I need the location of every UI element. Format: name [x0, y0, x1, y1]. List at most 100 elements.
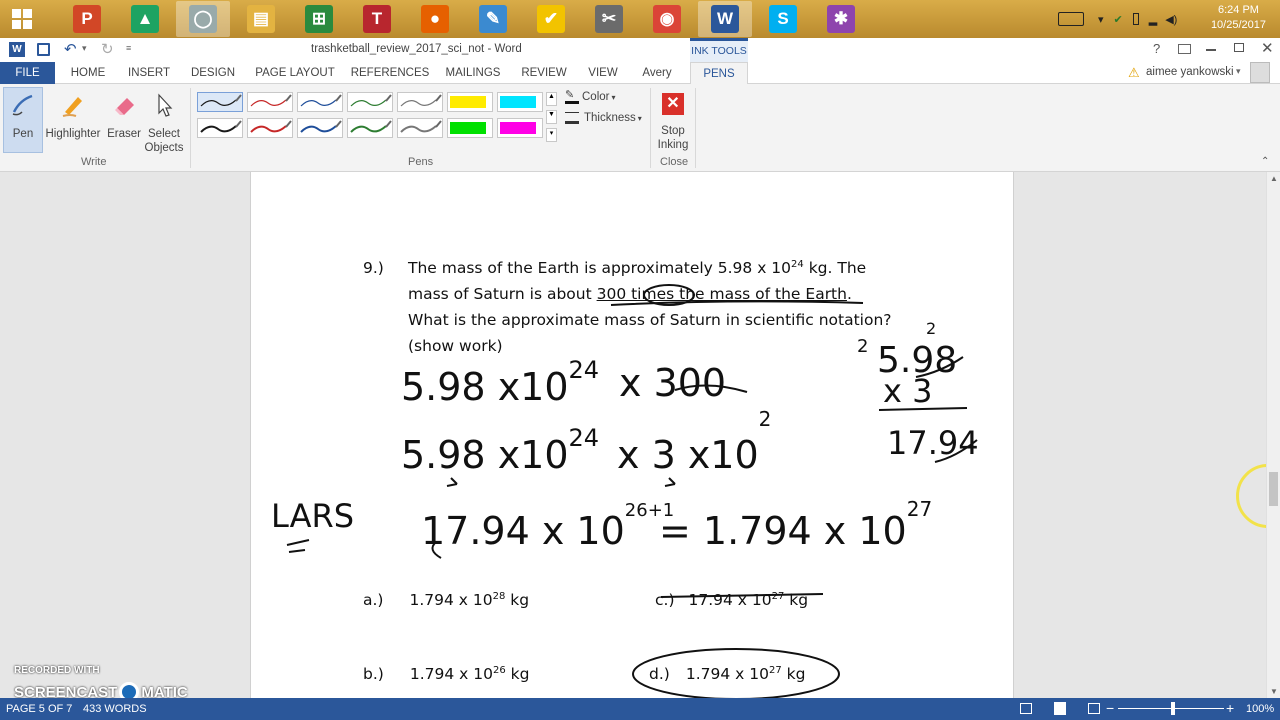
pen-style-1-5[interactable]	[397, 92, 443, 112]
zoom-out-button[interactable]: −	[1106, 700, 1114, 716]
pen-style-2-7[interactable]	[497, 118, 543, 138]
taskbar-chrome-button[interactable]: ◉	[640, 1, 694, 37]
clock[interactable]: 6:24 PM 10/25/2017	[1211, 3, 1266, 33]
pen-style-1-4[interactable]	[347, 92, 393, 112]
color-button[interactable]: ✎ Color ▾	[565, 90, 616, 104]
page-count[interactable]: PAGE 5 OF 7	[6, 703, 72, 715]
highlighter-tool[interactable]: Highlighter	[44, 92, 102, 141]
tab-avery[interactable]: Avery	[634, 62, 680, 84]
user-dropdown-icon[interactable]: ▾	[1236, 66, 1241, 77]
t-app-icon: T	[363, 5, 391, 33]
print-layout-icon[interactable]	[1054, 702, 1066, 715]
network-icon[interactable]: ▂	[1149, 13, 1157, 26]
taskbar-store-button[interactable]: ⊞	[292, 1, 346, 37]
taskbar-cortana-button[interactable]: ◯	[176, 1, 230, 37]
gallery-scroll-up-icon[interactable]: ▲	[546, 92, 557, 106]
tab-page-layout[interactable]: PAGE LAYOUT	[250, 62, 340, 84]
gallery-expand-icon[interactable]: ▾	[546, 128, 557, 142]
tasks-icon: ✔	[537, 5, 565, 33]
security-icon[interactable]: ✔	[1114, 13, 1123, 26]
document-page[interactable]: 9.) The mass of the Earth is approximate…	[250, 172, 1014, 698]
undo-dropdown-icon[interactable]: ▾	[82, 43, 87, 54]
collapse-ribbon-icon[interactable]: ⌃	[1261, 156, 1269, 167]
tab-references[interactable]: REFERENCES	[350, 62, 430, 84]
tab-home[interactable]: HOME	[62, 62, 114, 84]
tab-mailings[interactable]: MAILINGS	[440, 62, 506, 84]
user-name[interactable]: aimee yankowski	[1146, 66, 1234, 78]
pen-style-2-5[interactable]	[397, 118, 443, 138]
pen-style-1-6[interactable]	[447, 92, 493, 112]
save-icon[interactable]	[37, 43, 50, 56]
undo-icon[interactable]: ↶	[64, 40, 77, 58]
taskbar-tasks-button[interactable]: ✔	[524, 1, 578, 37]
select-objects-tool[interactable]: Select Objects	[143, 92, 185, 155]
restore-button[interactable]	[1234, 43, 1244, 52]
pen-style-2-3[interactable]	[297, 118, 343, 138]
pen-style-2-2[interactable]	[247, 118, 293, 138]
watermark-top: RECORDED WITH	[14, 665, 100, 676]
zoom-in-button[interactable]: +	[1226, 700, 1234, 716]
vertical-scrollbar[interactable]: ▲ ▼	[1266, 172, 1280, 698]
ink-small-mark-1	[446, 477, 458, 487]
tab-design[interactable]: DESIGN	[186, 62, 240, 84]
tab-insert[interactable]: INSERT	[122, 62, 176, 84]
tab-file[interactable]: FILE	[0, 62, 55, 84]
tab-pens[interactable]: PENS	[690, 62, 748, 85]
ink-strikethrough	[660, 593, 824, 598]
eraser-label: Eraser	[107, 128, 141, 140]
stop-inking-button[interactable]: ✕ Stop Inking	[654, 93, 692, 152]
pen-tool[interactable]: Pen	[3, 92, 43, 141]
ink-line-2-exp: 24	[569, 424, 600, 452]
volume-icon[interactable]: ◀)	[1165, 13, 1177, 26]
web-layout-icon[interactable]	[1088, 703, 1100, 714]
keyboard-icon[interactable]	[1058, 12, 1084, 26]
pen-style-2-4[interactable]	[347, 118, 393, 138]
taskbar-google-drive-button[interactable]: ▲	[118, 1, 172, 37]
ribbon-display-options-icon[interactable]	[1178, 44, 1191, 54]
tab-view[interactable]: VIEW	[582, 62, 624, 84]
taskbar-powerpoint-button[interactable]: P	[60, 1, 114, 37]
scroll-down-icon[interactable]: ▼	[1270, 687, 1278, 696]
word-count[interactable]: 433 WORDS	[83, 703, 147, 715]
pen-icon	[12, 94, 33, 116]
thickness-button[interactable]: Thickness ▾	[565, 112, 642, 124]
thickness-label: Thickness	[584, 112, 636, 124]
battery-icon[interactable]	[1132, 13, 1139, 25]
close-window-button[interactable]: ✕	[1261, 39, 1274, 57]
scroll-thumb[interactable]	[1269, 472, 1278, 506]
taskbar-skype-button[interactable]: S	[756, 1, 810, 37]
pen-style-2-1[interactable]	[197, 118, 243, 138]
taskbar-tools-button[interactable]: ✂	[582, 1, 636, 37]
avatar[interactable]	[1250, 62, 1270, 83]
gallery-scroll-down-icon[interactable]: ▼	[546, 110, 557, 124]
paint-icon: ✎	[479, 5, 507, 33]
ink-line-2-exp2: 2	[759, 407, 772, 431]
ink-line-1-a: 5.98 x10	[401, 365, 569, 409]
pen-style-1-2[interactable]	[247, 92, 293, 112]
eraser-tool[interactable]: Eraser	[104, 92, 144, 141]
help-button[interactable]: ?	[1153, 41, 1160, 56]
taskbar-colorful-app-button[interactable]: ✱	[814, 1, 868, 37]
redo-icon[interactable]: ↻	[101, 40, 114, 58]
taskbar-firefox-button[interactable]: ●	[408, 1, 462, 37]
taskbar-file-explorer-button[interactable]: ▤	[234, 1, 288, 37]
taskbar-t-app-button[interactable]: T	[350, 1, 404, 37]
inking-label: Inking	[657, 139, 689, 151]
taskbar-word-button[interactable]: W	[698, 1, 752, 37]
ink-line-3: 17.94 x 1026+1	[421, 500, 674, 553]
pen-style-1-3[interactable]	[297, 92, 343, 112]
pen-style-1-1[interactable]	[197, 92, 243, 112]
taskbar-paint-button[interactable]: ✎	[466, 1, 520, 37]
customize-qat-icon[interactable]: ≡	[126, 43, 131, 53]
scroll-up-icon[interactable]: ▲	[1270, 174, 1278, 183]
minimize-button[interactable]	[1206, 49, 1216, 51]
zoom-level[interactable]: 100%	[1246, 703, 1274, 715]
read-mode-icon[interactable]	[1020, 703, 1032, 714]
pens-group-label: Pens	[408, 156, 434, 168]
tab-review[interactable]: REVIEW	[516, 62, 572, 84]
pen-style-1-7[interactable]	[497, 92, 543, 112]
windows-start-icon[interactable]	[4, 4, 40, 34]
zoom-slider-thumb[interactable]	[1171, 702, 1175, 715]
chevron-up-icon[interactable]: ▾	[1098, 13, 1104, 26]
pen-style-2-6[interactable]	[447, 118, 493, 138]
